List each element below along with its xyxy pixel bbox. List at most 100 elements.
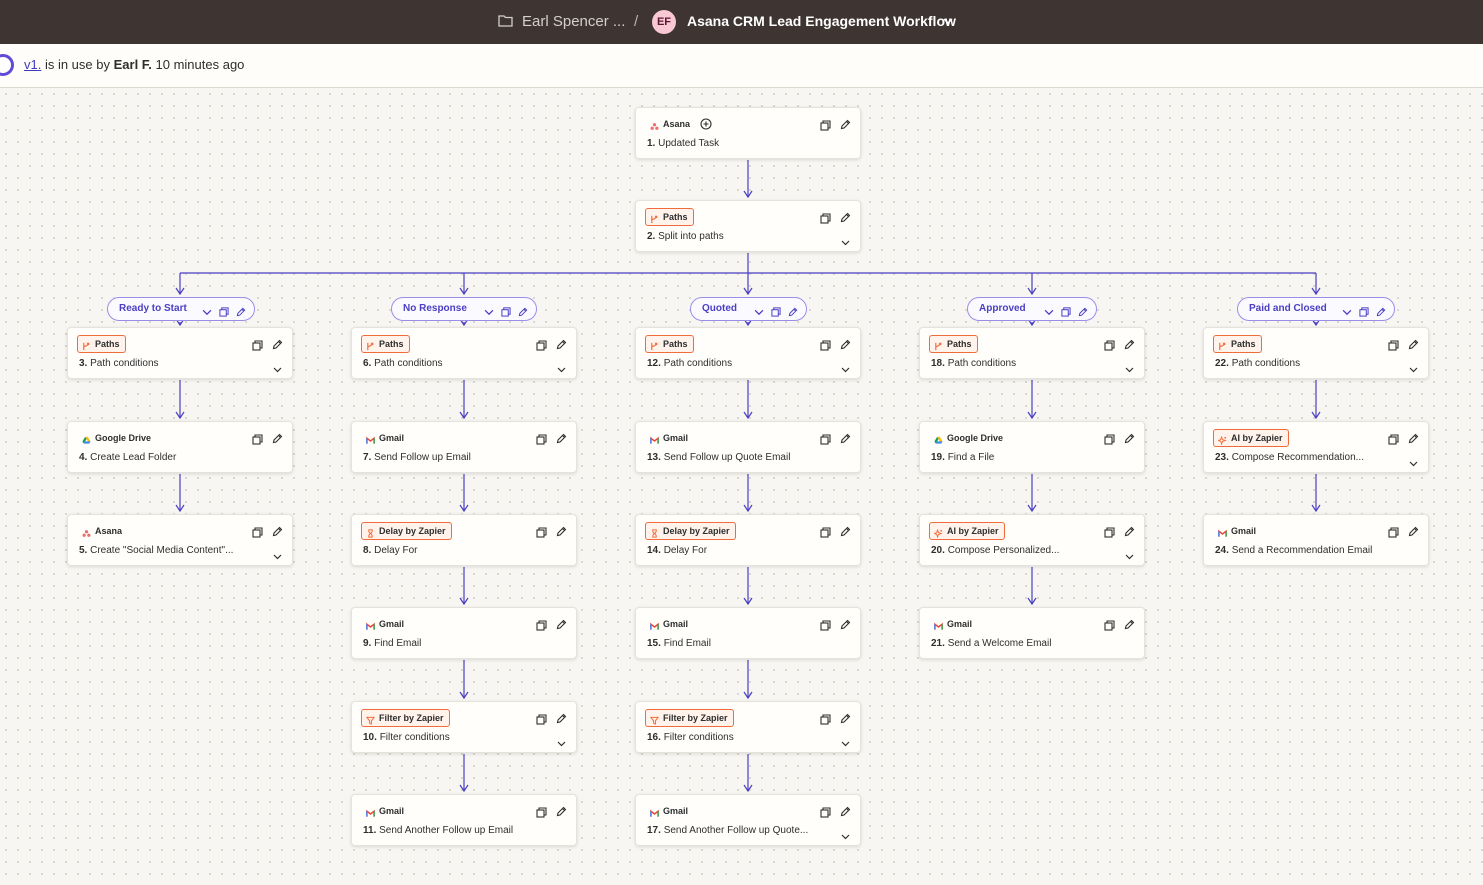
copy-icon[interactable] — [1359, 304, 1369, 317]
copy-icon[interactable] — [219, 304, 229, 317]
edit-icon[interactable] — [556, 617, 567, 630]
add-circle-icon[interactable] — [700, 118, 712, 130]
chevron-down-icon[interactable] — [484, 304, 494, 316]
step-card-16[interactable]: Filter by Zapier 16. Filter conditions — [635, 701, 861, 753]
edit-icon[interactable] — [272, 524, 283, 537]
copy-icon[interactable] — [820, 432, 831, 445]
chevron-down-icon[interactable] — [1125, 361, 1134, 373]
step-card-17[interactable]: Gmail 17. Send Another Follow up Quote... — [635, 794, 861, 846]
edit-icon[interactable] — [556, 804, 567, 817]
edit-icon[interactable] — [840, 711, 851, 724]
chevron-down-icon[interactable] — [841, 828, 850, 840]
step-card-18[interactable]: Paths 18. Path conditions — [919, 327, 1145, 379]
zap-title[interactable]: Asana CRM Lead Engagement Workflow — [687, 13, 956, 29]
path-branch-5[interactable]: Paid and Closed — [1237, 297, 1395, 321]
copy-icon[interactable] — [536, 432, 547, 445]
edit-icon[interactable] — [236, 304, 246, 317]
step-card-22[interactable]: Paths 22. Path conditions — [1203, 327, 1429, 379]
chevron-down-icon[interactable] — [1409, 361, 1418, 373]
edit-icon[interactable] — [556, 337, 567, 350]
step-card-11[interactable]: Gmail 11. Send Another Follow up Email — [351, 794, 577, 846]
step-card-4[interactable]: Google Drive 4. Create Lead Folder — [67, 421, 293, 473]
edit-icon[interactable] — [556, 431, 567, 444]
copy-icon[interactable] — [252, 432, 263, 445]
step-card-19[interactable]: Google Drive 19. Find a File — [919, 421, 1145, 473]
version-link[interactable]: v1. — [24, 57, 41, 72]
chevron-down-icon[interactable] — [557, 735, 566, 747]
chevron-down-icon[interactable] — [1342, 304, 1352, 316]
edit-icon[interactable] — [1376, 304, 1386, 317]
edit-icon[interactable] — [1408, 337, 1419, 350]
step-card-20[interactable]: AI by Zapier 20. Compose Personalized... — [919, 514, 1145, 566]
chevron-down-icon[interactable] — [557, 361, 566, 373]
step-card-12[interactable]: Paths 12. Path conditions — [635, 327, 861, 379]
copy-icon[interactable] — [501, 304, 511, 317]
step-card-5[interactable]: Asana 5. Create "Social Media Content"... — [67, 514, 293, 566]
copy-icon[interactable] — [1388, 525, 1399, 538]
path-branch-4[interactable]: Approved — [967, 297, 1097, 321]
edit-icon[interactable] — [840, 337, 851, 350]
copy-icon[interactable] — [536, 805, 547, 818]
copy-icon[interactable] — [252, 338, 263, 351]
copy-icon[interactable] — [820, 525, 831, 538]
chevron-down-icon[interactable] — [273, 548, 282, 560]
copy-icon[interactable] — [1104, 432, 1115, 445]
copy-icon[interactable] — [536, 525, 547, 538]
copy-icon[interactable] — [1104, 525, 1115, 538]
step-card-10[interactable]: Filter by Zapier 10. Filter conditions — [351, 701, 577, 753]
step-card-1[interactable]: Asana 1. Updated Task — [635, 107, 861, 159]
step-card-21[interactable]: Gmail 21. Send a Welcome Email — [919, 607, 1145, 659]
step-card-3[interactable]: Paths 3. Path conditions — [67, 327, 293, 379]
step-card-23[interactable]: AI by Zapier 23. Compose Recommendation..… — [1203, 421, 1429, 473]
edit-icon[interactable] — [840, 117, 851, 130]
edit-icon[interactable] — [840, 431, 851, 444]
copy-icon[interactable] — [1388, 338, 1399, 351]
step-card-13[interactable]: Gmail 13. Send Follow up Quote Email — [635, 421, 861, 473]
step-card-2[interactable]: Paths 2. Split into paths — [635, 200, 861, 252]
chevron-down-icon[interactable] — [1125, 548, 1134, 560]
copy-icon[interactable] — [536, 338, 547, 351]
copy-icon[interactable] — [820, 712, 831, 725]
edit-icon[interactable] — [1124, 431, 1135, 444]
edit-icon[interactable] — [1124, 524, 1135, 537]
copy-icon[interactable] — [820, 338, 831, 351]
copy-icon[interactable] — [1104, 338, 1115, 351]
copy-icon[interactable] — [252, 525, 263, 538]
step-card-6[interactable]: Paths 6. Path conditions — [351, 327, 577, 379]
edit-icon[interactable] — [1124, 617, 1135, 630]
step-card-14[interactable]: Delay by Zapier 14. Delay For — [635, 514, 861, 566]
copy-icon[interactable] — [771, 304, 781, 317]
step-card-24[interactable]: Gmail 24. Send a Recommendation Email — [1203, 514, 1429, 566]
copy-icon[interactable] — [820, 211, 831, 224]
edit-icon[interactable] — [840, 617, 851, 630]
edit-icon[interactable] — [518, 304, 528, 317]
copy-icon[interactable] — [536, 712, 547, 725]
chevron-down-icon[interactable] — [841, 234, 850, 246]
path-branch-2[interactable]: No Response — [391, 297, 537, 321]
copy-icon[interactable] — [536, 618, 547, 631]
copy-icon[interactable] — [820, 118, 831, 131]
chevron-down-icon[interactable] — [754, 304, 764, 316]
chevron-down-icon[interactable] — [1044, 304, 1054, 316]
copy-icon[interactable] — [1104, 618, 1115, 631]
path-branch-1[interactable]: Ready to Start — [107, 297, 255, 321]
step-card-8[interactable]: Delay by Zapier 8. Delay For — [351, 514, 577, 566]
chevron-down-icon[interactable] — [943, 16, 953, 26]
chevron-down-icon[interactable] — [273, 361, 282, 373]
edit-icon[interactable] — [556, 524, 567, 537]
edit-icon[interactable] — [1408, 524, 1419, 537]
edit-icon[interactable] — [1078, 304, 1088, 317]
step-card-9[interactable]: Gmail 9. Find Email — [351, 607, 577, 659]
chevron-down-icon[interactable] — [841, 361, 850, 373]
step-card-7[interactable]: Gmail 7. Send Follow up Email — [351, 421, 577, 473]
step-card-15[interactable]: Gmail 15. Find Email — [635, 607, 861, 659]
copy-icon[interactable] — [1388, 432, 1399, 445]
copy-icon[interactable] — [1061, 304, 1071, 317]
edit-icon[interactable] — [788, 304, 798, 317]
breadcrumb-folder[interactable]: Earl Spencer ... — [522, 13, 625, 30]
chevron-down-icon[interactable] — [1409, 455, 1418, 467]
copy-icon[interactable] — [820, 805, 831, 818]
avatar[interactable]: EF — [652, 10, 676, 34]
copy-icon[interactable] — [820, 618, 831, 631]
chevron-down-icon[interactable] — [841, 735, 850, 747]
